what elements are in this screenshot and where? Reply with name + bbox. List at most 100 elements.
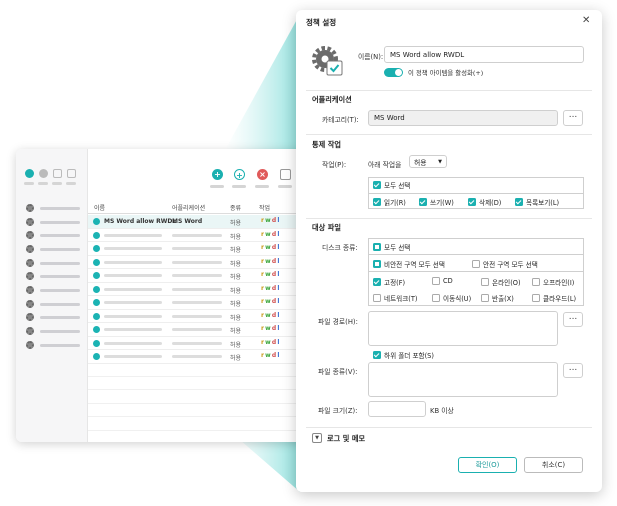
edit-policy-icon[interactable]: [280, 169, 291, 180]
row-name: MS Word allow RWDL: [104, 218, 177, 225]
disk-cd[interactable]: CD: [432, 277, 453, 285]
gear-icon: [26, 272, 34, 280]
disk-unsafe-all[interactable]: 비안전 구역 모두 선택: [373, 259, 445, 269]
table-row[interactable]: 허용 rwdl: [88, 283, 316, 296]
table-row[interactable]: 허용 rwdl: [88, 229, 316, 242]
category-input[interactable]: MS Word: [368, 110, 558, 126]
add-icon[interactable]: [93, 299, 100, 306]
op-delete[interactable]: 삭제(D): [468, 197, 501, 207]
sidebar-item[interactable]: [26, 245, 80, 253]
size-input[interactable]: [368, 401, 426, 417]
name-input[interactable]: MS Word allow RWDL: [384, 46, 584, 63]
disk-network[interactable]: 네트워크(T): [373, 293, 417, 303]
disk-export[interactable]: 반출(X): [481, 293, 514, 303]
op-list[interactable]: 목록보기(L): [515, 197, 559, 207]
col-ops[interactable]: 작업: [259, 203, 270, 212]
col-kind[interactable]: 종류: [230, 203, 241, 212]
activate-toggle[interactable]: [384, 68, 403, 77]
add-icon[interactable]: [93, 272, 100, 279]
add-icon[interactable]: [93, 258, 100, 266]
add-icon[interactable]: [25, 169, 34, 178]
row-kind: 허용: [230, 328, 242, 335]
add-icon[interactable]: [93, 339, 100, 347]
control-section-title: 통제 작업: [312, 140, 341, 149]
type-browse-button[interactable]: ...: [563, 363, 583, 378]
disk-select-all[interactable]: 모두 선택: [373, 242, 410, 252]
size-unit: KB 이상: [430, 407, 454, 415]
col-name[interactable]: 이름: [94, 203, 105, 212]
sidebar-item[interactable]: [26, 300, 80, 308]
table-row[interactable]: MS Word allow RWDL MS Word 허용 rwdl: [88, 215, 316, 229]
add-item-icon[interactable]: +: [234, 169, 245, 180]
category-value: MS Word: [374, 114, 405, 122]
disk-online[interactable]: 온라인(O): [481, 277, 521, 287]
op-write[interactable]: 쓰기(W): [419, 197, 454, 207]
add-icon[interactable]: [93, 218, 100, 225]
op-select[interactable]: 허용 ▼: [409, 155, 447, 168]
sidebar-item[interactable]: [26, 218, 80, 226]
row-ops: rwdl: [261, 338, 281, 346]
path-input[interactable]: [368, 311, 558, 346]
disk-cloud[interactable]: 클라우드(L): [532, 293, 576, 303]
expand-log-icon[interactable]: ▼: [312, 433, 322, 443]
table-row[interactable]: 허용 rwdl: [88, 350, 316, 364]
add-icon[interactable]: [93, 326, 100, 333]
copy-icon[interactable]: [67, 169, 76, 178]
sidebar-item[interactable]: [26, 272, 80, 280]
empty-row: [88, 364, 316, 377]
empty-row: [88, 418, 316, 431]
table-row[interactable]: 허용 rwdl: [88, 256, 316, 269]
table-row[interactable]: 허용 rwdl: [88, 310, 316, 323]
disk-fixed[interactable]: 고정(F): [373, 277, 405, 287]
type-input[interactable]: [368, 362, 558, 397]
table-row[interactable]: 허용 rwdl: [88, 269, 316, 283]
sidebar-item[interactable]: [26, 327, 80, 335]
row-kind: 허용: [230, 233, 242, 241]
path-browse-button[interactable]: ...: [563, 312, 583, 327]
table-row[interactable]: 허용 rwdl: [88, 296, 316, 310]
remove-icon[interactable]: [39, 169, 48, 178]
add-policy-icon[interactable]: +: [212, 169, 223, 180]
category-browse-button[interactable]: ...: [563, 110, 583, 126]
table-row[interactable]: 허용 rwdl: [88, 323, 316, 337]
include-subfolders[interactable]: 하위 폴더 포함(S): [373, 350, 434, 360]
background-app-window: + + × 이름 어플리케이션 종류 작업 MS Word allow RWDL…: [16, 149, 316, 442]
row-ops: rwdl: [261, 298, 281, 305]
gear-icon: [26, 300, 34, 308]
cancel-button[interactable]: 취소(C): [524, 457, 583, 473]
log-section-title[interactable]: 로그 및 메모: [327, 434, 365, 444]
row-ops: rwdl: [261, 352, 281, 359]
col-app[interactable]: 어플리케이션: [172, 203, 205, 212]
sidebar-item[interactable]: [26, 313, 80, 321]
gear-icon: [26, 286, 34, 294]
ok-button[interactable]: 확인(O): [458, 457, 517, 473]
sidebar-item[interactable]: [26, 231, 80, 239]
table-row[interactable]: 허용 rwdl: [88, 242, 316, 256]
empty-row: [88, 431, 316, 442]
op-read[interactable]: 읽기(R): [373, 197, 406, 207]
add-icon[interactable]: [93, 231, 100, 239]
add-icon[interactable]: [93, 353, 100, 360]
sidebar-item[interactable]: [26, 286, 80, 294]
table-row[interactable]: 허용 rwdl: [88, 337, 316, 350]
disk-safe-all[interactable]: 안전 구역 모두 선택: [472, 259, 538, 269]
gear-icon: [26, 204, 34, 212]
add-icon[interactable]: [93, 285, 100, 293]
row-kind: 허용: [230, 314, 242, 322]
gear-icon: [26, 259, 34, 267]
disk-offline[interactable]: 오프라인(I): [532, 277, 574, 287]
type-label: 파일 종류(V):: [318, 368, 358, 376]
add-icon[interactable]: [93, 245, 100, 252]
row-ops: rwdl: [261, 217, 281, 224]
edit-icon[interactable]: [53, 169, 62, 178]
sidebar-item[interactable]: [26, 341, 80, 349]
close-icon[interactable]: ✕: [582, 15, 590, 26]
ops-select-all[interactable]: 모두 선택: [373, 180, 410, 190]
add-icon[interactable]: [93, 312, 100, 320]
policy-gear-icon: [312, 46, 343, 76]
sidebar-item[interactable]: [26, 259, 80, 267]
disk-removable[interactable]: 이동식(U): [432, 293, 471, 303]
delete-icon[interactable]: ×: [257, 169, 268, 180]
empty-row: [88, 377, 316, 390]
sidebar-item[interactable]: [26, 204, 80, 212]
